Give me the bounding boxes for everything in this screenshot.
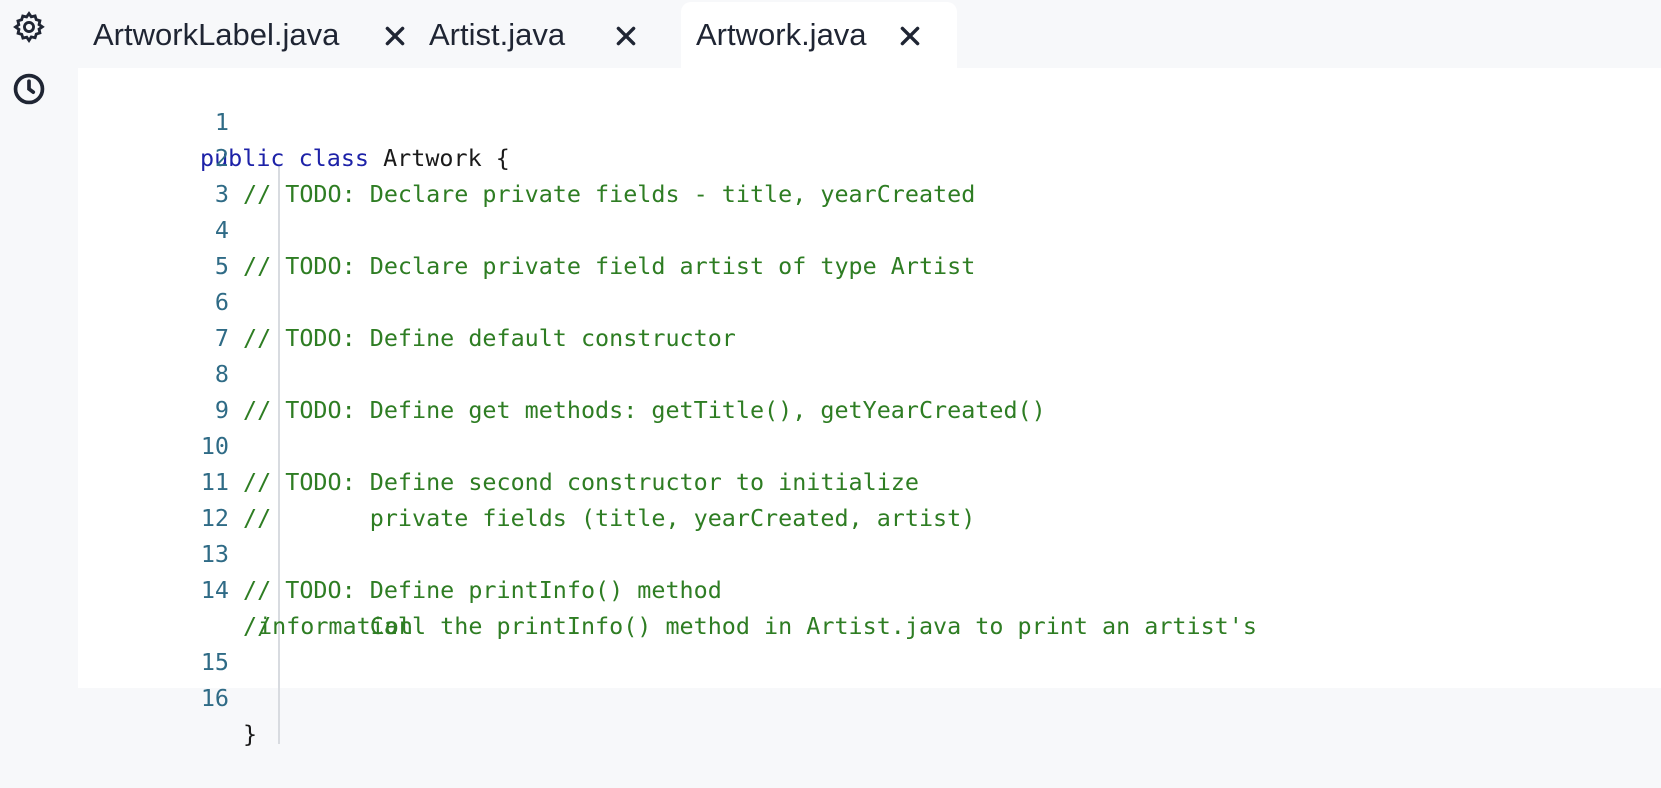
code-line: 16 } (78, 644, 1661, 748)
gear-icon[interactable] (12, 10, 46, 44)
tab-artworklabel[interactable]: ArtworkLabel.java (72, 2, 412, 68)
close-icon[interactable] (613, 23, 639, 49)
code-line: 13 // TODO: Define printInfo() method (78, 500, 1661, 604)
code-line: 5 (78, 212, 1661, 280)
close-icon[interactable] (382, 23, 408, 49)
tab-bar: ArtworkLabel.java Artist.java Artwork.ja… (72, 0, 1661, 68)
closing-brace: } (243, 720, 258, 748)
tab-label: ArtworkLabel.java (93, 17, 340, 52)
tab-label: Artist.java (429, 17, 566, 52)
code-line: 10 // TODO: Define second constructor to… (78, 392, 1661, 496)
code-line: 15 (78, 608, 1661, 676)
code-line: 4 // TODO: Declare private field artist … (78, 176, 1661, 280)
tab-label: Artwork.java (696, 17, 867, 52)
code-line: 7 (78, 284, 1661, 352)
close-icon[interactable] (897, 23, 923, 49)
code-line: 11 // private fields (title, yearCreated… (78, 428, 1661, 532)
code-line: 8 // TODO: Define get methods: getTitle(… (78, 320, 1661, 424)
code-line: 2 // TODO: Declare private fields - titl… (78, 104, 1661, 208)
code-line: 3 (78, 140, 1661, 208)
tab-artwork[interactable]: Artwork.java (681, 2, 957, 68)
code-line: 12 (78, 464, 1661, 532)
code-editor[interactable]: 1 public class Artwork { 2 // TODO: Decl… (78, 68, 1661, 748)
tab-artist[interactable]: Artist.java (417, 2, 637, 68)
line-number: 16 (200, 684, 229, 712)
code-line: 14 // Call the printInfo() method in Art… (78, 536, 1661, 640)
code-line: 6 // TODO: Define default constructor (78, 248, 1661, 352)
code-line-wrap: information (78, 572, 1661, 640)
code-line: 1 public class Artwork { (78, 68, 1661, 172)
code-line: 9 (78, 356, 1661, 424)
clock-icon[interactable] (12, 72, 46, 106)
